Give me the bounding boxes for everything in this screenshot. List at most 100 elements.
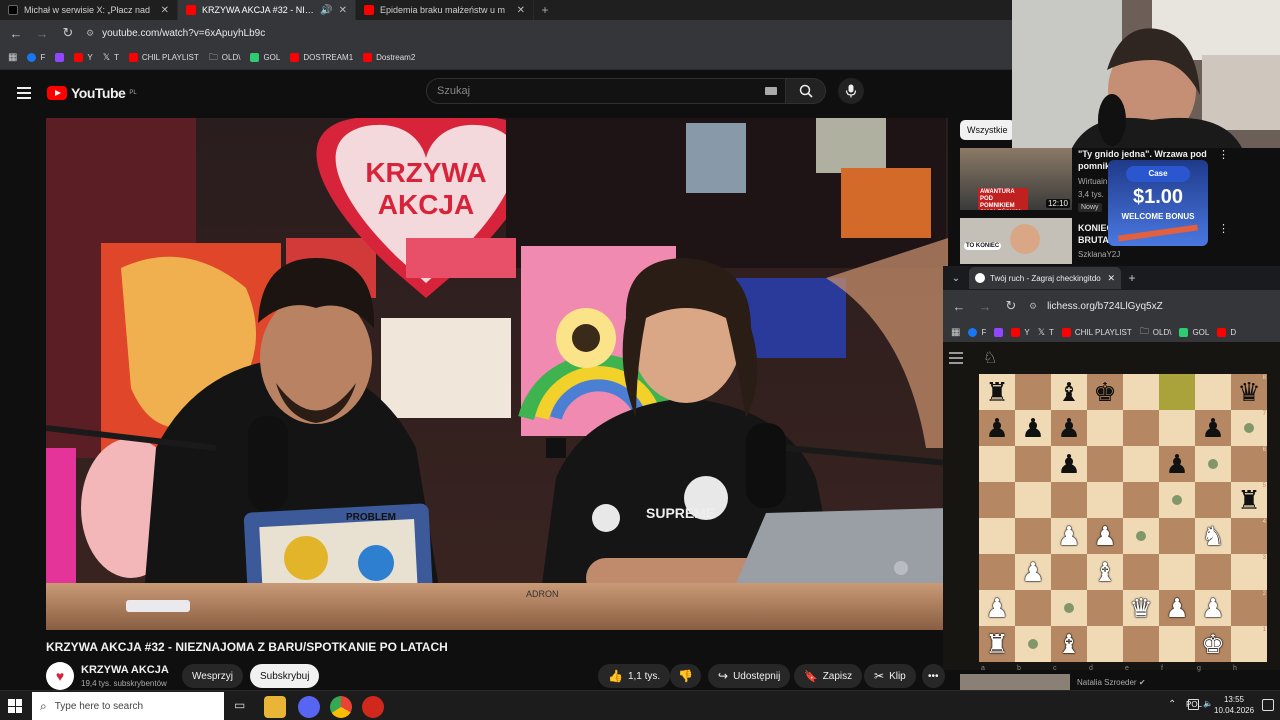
black-pawn-piece[interactable]: ♟ [985, 410, 1008, 446]
board-square-e7[interactable] [1123, 410, 1159, 446]
url-field[interactable]: ⚙ youtube.com/watch?v=6xApuyhLb9c [86, 23, 1008, 43]
white-pawn-piece[interactable]: ♟ [1057, 518, 1080, 554]
bookmark-facebook[interactable]: F [27, 53, 45, 62]
black-rook-piece[interactable]: ♜ [1237, 482, 1260, 518]
board-square-g4[interactable]: ♞ [1195, 518, 1231, 554]
like-button[interactable]: 👍 1,1 tys. [598, 664, 671, 688]
bookmark-chil-playlist[interactable]: CHIL PLAYLIST [128, 53, 199, 62]
board-square-h1[interactable]: h1 [1231, 626, 1267, 672]
board-square-g6[interactable] [1195, 446, 1231, 482]
filter-chip-all[interactable]: Wszystkie [960, 120, 1015, 140]
share-button[interactable]: ↪ Udostępnij [708, 664, 791, 688]
board-square-e4[interactable] [1123, 518, 1159, 554]
more-vertical-icon[interactable]: ⋮ [1218, 148, 1229, 161]
support-button[interactable]: Wesprzyj [182, 664, 243, 688]
white-king-piece[interactable]: ♚ [1201, 626, 1224, 662]
chrome-icon[interactable] [330, 696, 352, 718]
board-square-h7[interactable]: 7 [1231, 410, 1267, 446]
white-rook-piece[interactable]: ♜ [985, 626, 1008, 662]
board-square-f4[interactable] [1159, 518, 1195, 554]
board-square-c5[interactable] [1051, 482, 1087, 518]
board-square-c1[interactable]: ♝ c [1051, 626, 1087, 672]
video-player[interactable]: KRZYWA AKCJA PROBLEM SUPREME ADRON [46, 118, 948, 630]
subscribe-button[interactable]: Subskrybuj [250, 664, 320, 688]
black-pawn-piece[interactable]: ♟ [1057, 410, 1080, 446]
bookmark-youtube[interactable]: Y [74, 53, 93, 62]
board-square-d2[interactable] [1087, 590, 1123, 626]
sidebar-thumbnail[interactable]: TO KONIEC [960, 218, 1072, 264]
forward-icon[interactable]: → [34, 26, 50, 41]
bookmark-dostream2[interactable]: Dostream2 [363, 53, 415, 62]
voice-search-button[interactable] [838, 78, 864, 104]
board-square-a6[interactable] [979, 446, 1015, 482]
black-queen-piece[interactable]: ♛ [1237, 374, 1260, 410]
bookmark-gol[interactable]: GOL [250, 53, 280, 62]
board-square-g3[interactable] [1195, 554, 1231, 590]
recording-app-icon[interactable] [362, 696, 384, 718]
bookmark-twitch[interactable] [994, 327, 1004, 337]
bookmark-folder-old[interactable]: 🗀 OLD\ [209, 50, 241, 66]
channel-avatar[interactable]: ♥ [46, 662, 74, 690]
board-square-f8[interactable] [1159, 374, 1195, 410]
board-square-e6[interactable] [1123, 446, 1159, 482]
close-icon[interactable]: ✕ [161, 5, 169, 16]
close-icon[interactable]: ✕ [1107, 273, 1115, 284]
board-square-b6[interactable] [1015, 446, 1051, 482]
more-vertical-icon[interactable]: ⋮ [1218, 222, 1229, 235]
board-square-e3[interactable] [1123, 554, 1159, 590]
board-square-g2[interactable]: ♟ [1195, 590, 1231, 626]
board-square-c4[interactable]: ♟ [1051, 518, 1087, 554]
bookmark-dostream1[interactable]: DOSTREAM1 [290, 53, 353, 62]
board-square-f1[interactable]: f [1159, 626, 1195, 672]
file-explorer-icon[interactable] [264, 696, 286, 718]
save-button[interactable]: 🔖 Zapisz [794, 664, 863, 688]
language-indicator[interactable]: POL [1186, 700, 1202, 709]
board-square-h5[interactable]: ♜ 5 [1231, 482, 1267, 518]
white-pawn-piece[interactable]: ♟ [1093, 518, 1116, 554]
menu-icon[interactable] [949, 352, 963, 364]
board-square-c8[interactable]: ♝ [1051, 374, 1087, 410]
board-square-b3[interactable]: ♟ [1015, 554, 1051, 590]
board-square-a1[interactable]: ♜ a [979, 626, 1015, 672]
board-square-c6[interactable]: ♟ [1051, 446, 1087, 482]
board-square-b4[interactable] [1015, 518, 1051, 554]
white-queen-piece[interactable]: ♛ [1129, 590, 1152, 626]
chess-board[interactable]: ♜ ♝ ♚ ♛ 8 ♟ ♟ ♟ ♟ 7 ♟ ♟ 6 ♜ 5 ♟ ♟ ♞ 4 ♟ ♝ 3 ♟ ♛ ♟ ♟ 2 ♜ a b ♝ c d e f ♚ g h 1 [979, 374, 1267, 672]
menu-icon[interactable] [17, 87, 31, 99]
black-pawn-piece[interactable]: ♟ [1021, 410, 1044, 446]
sidebar-thumbnail[interactable]: AWANTURA POD POMNIKIEM SMOLEŃSKIM 12:10 [960, 148, 1072, 210]
task-view-icon[interactable]: ▭ [234, 698, 245, 712]
board-square-g5[interactable] [1195, 482, 1231, 518]
board-square-b5[interactable] [1015, 482, 1051, 518]
black-pawn-piece[interactable]: ♟ [1201, 410, 1224, 446]
board-square-h2[interactable]: 2 [1231, 590, 1267, 626]
dislike-button[interactable]: 👎 [670, 664, 701, 688]
apps-grid-icon[interactable]: ▦ [8, 52, 17, 63]
board-square-h6[interactable]: 6 [1231, 446, 1267, 482]
board-square-a5[interactable] [979, 482, 1015, 518]
keyboard-icon[interactable] [765, 87, 777, 95]
board-square-b7[interactable]: ♟ [1015, 410, 1051, 446]
board-square-d8[interactable]: ♚ [1087, 374, 1123, 410]
youtube-logo[interactable]: YouTube PL [47, 85, 137, 101]
tab-youtube-video-2[interactable]: Epidemia braku małżeństw u m ✕ [356, 0, 534, 20]
tab-search-icon[interactable]: ⌄ [943, 273, 969, 284]
white-knight-piece[interactable]: ♞ [1201, 518, 1224, 554]
board-square-f7[interactable] [1159, 410, 1195, 446]
black-pawn-piece[interactable]: ♟ [1057, 446, 1080, 482]
board-square-g7[interactable]: ♟ [1195, 410, 1231, 446]
black-rook-piece[interactable]: ♜ [985, 374, 1008, 410]
new-tab-button[interactable]: + [1121, 271, 1143, 285]
close-icon[interactable]: ✕ [517, 5, 525, 16]
sidebar-channel[interactable]: SzklanaY2J [1078, 250, 1120, 259]
board-square-c2[interactable] [1051, 590, 1087, 626]
white-pawn-piece[interactable]: ♟ [1201, 590, 1224, 626]
board-square-b2[interactable] [1015, 590, 1051, 626]
board-square-c3[interactable] [1051, 554, 1087, 590]
board-square-e5[interactable] [1123, 482, 1159, 518]
bookmark-x[interactable]: 𝕏T [1038, 327, 1054, 338]
popup-tab-lichess[interactable]: Twój ruch - Zagraj checkingitdo ✕ [969, 267, 1121, 289]
tab-x-post[interactable]: Michał w serwisie X: „Płacz nad ✕ [0, 0, 178, 20]
channel-name[interactable]: KRZYWA AKCJA [81, 664, 169, 676]
reload-icon[interactable]: ↻ [1003, 298, 1019, 314]
